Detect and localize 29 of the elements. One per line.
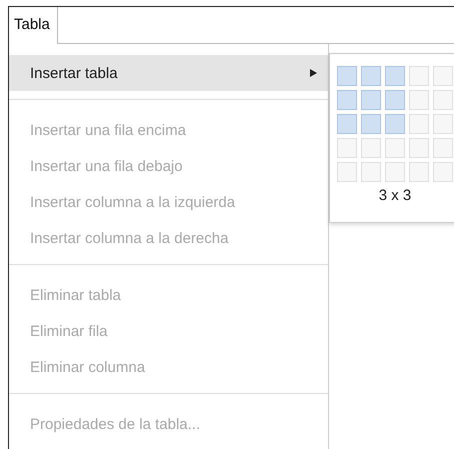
grid-cell[interactable] [337, 114, 357, 134]
grid-cell[interactable] [409, 66, 429, 86]
menu-item[interactable]: Insertar tabla [9, 55, 328, 91]
grid-cell[interactable] [433, 66, 453, 86]
grid-cell[interactable] [361, 90, 381, 110]
submenu-arrow-icon [310, 69, 317, 77]
grid-cell[interactable] [337, 138, 357, 158]
grid-cell[interactable] [409, 162, 429, 182]
grid-cell[interactable] [409, 138, 429, 158]
grid-cell[interactable] [433, 138, 453, 158]
grid-cell[interactable] [361, 66, 381, 86]
grid-cell[interactable] [337, 162, 357, 182]
grid-cell[interactable] [385, 90, 405, 110]
grid-cell[interactable] [433, 114, 453, 134]
grid-cell[interactable] [361, 114, 381, 134]
grid-cell[interactable] [385, 138, 405, 158]
grid-cell[interactable] [337, 90, 357, 110]
menu-tab[interactable]: Tabla [9, 7, 58, 44]
grid-cell[interactable] [433, 162, 453, 182]
grid-cell[interactable] [385, 66, 405, 86]
grid-cell[interactable] [337, 66, 357, 86]
grid-cell[interactable] [361, 162, 381, 182]
grid-cell[interactable] [409, 114, 429, 134]
size-label: 3 x 3 [378, 187, 412, 204]
grid-cell[interactable] [385, 162, 405, 182]
grid-cell[interactable] [385, 114, 405, 134]
grid-cell[interactable] [433, 90, 453, 110]
grid-cell[interactable] [409, 90, 429, 110]
grid-cell[interactable] [361, 138, 381, 158]
